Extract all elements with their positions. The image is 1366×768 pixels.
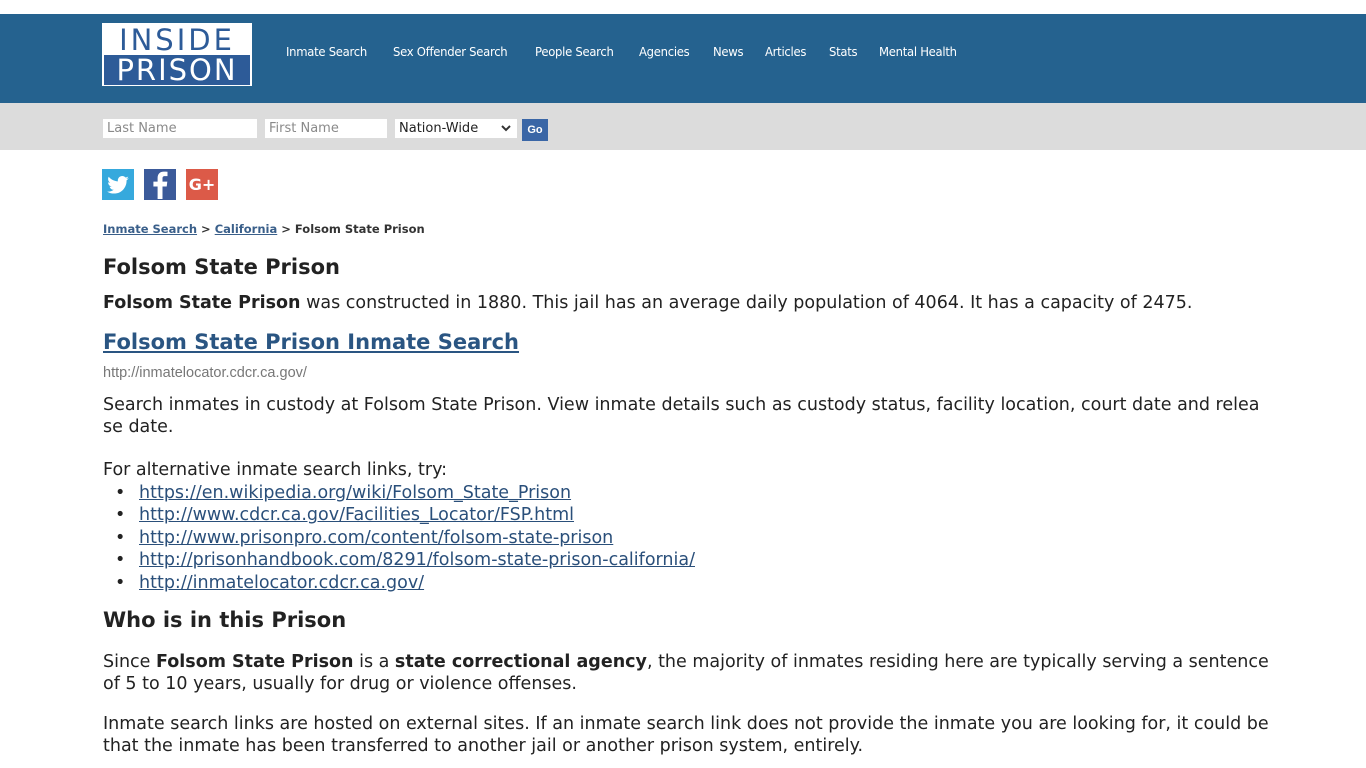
nav-sex-offender-search[interactable]: Sex Offender Search [393,44,508,59]
text-span: is a [353,652,395,672]
inmate-search-link[interactable]: Folsom State Prison Inmate Search [103,330,519,354]
top-spacer [0,0,1366,14]
alt-link-wikipedia[interactable]: https://en.wikipedia.org/wiki/Folsom_Sta… [139,483,571,503]
search-description: Search inmates in custody at Folsom Stat… [103,395,1260,437]
nav-articles[interactable]: Articles [765,44,806,59]
page-title: Folsom State Prison [103,255,340,279]
twitter-icon[interactable] [102,169,134,200]
list-item: http://prisonhandbook.com/8291/folsom-st… [115,549,695,572]
last-name-input[interactable] [103,119,257,138]
google-plus-icon[interactable]: G+ [186,169,218,200]
who-paragraph-1: Since Folsom State Prison is a state cor… [103,651,1273,695]
scope-select-value: Nation-Wide [399,121,479,136]
nav-people-search[interactable]: People Search [535,44,614,59]
alt-link-prisonhandbook[interactable]: http://prisonhandbook.com/8291/folsom-st… [139,550,695,570]
list-item: http://inmatelocator.cdcr.ca.gov/ [115,572,695,595]
alt-link-inmatelocator[interactable]: http://inmatelocator.cdcr.ca.gov/ [139,573,424,593]
facebook-icon[interactable] [144,169,176,200]
who-paragraph-2: Inmate search links are hosted on extern… [103,714,1269,756]
alt-links-intro: For alternative inmate search links, try… [103,460,448,480]
nav-agencies[interactable]: Agencies [639,44,690,59]
who-heading: Who is in this Prison [103,608,347,632]
nav-news[interactable]: News [713,44,744,59]
nav-stats[interactable]: Stats [829,44,858,59]
list-item: http://www.cdcr.ca.gov/Facilities_Locato… [115,504,695,527]
logo-line-prison: PRISON [104,55,250,86]
list-item: http://www.prisonpro.com/content/folsom-… [115,527,695,550]
alt-links-list: https://en.wikipedia.org/wiki/Folsom_Sta… [115,482,695,595]
bold-agency-type: state correctional agency [394,652,647,672]
intro-text: Folsom State Prison was constructed in 1… [103,293,1192,313]
logo-line-inside: INSIDE [104,25,250,55]
nav-inmate-search[interactable]: Inmate Search [286,44,367,59]
social-share: G+ [102,169,218,200]
inmate-search-url: http://inmatelocator.cdcr.ca.gov/ [103,365,307,381]
breadcrumb-separator: > [281,222,295,236]
bold-prison-name: Folsom State Prison [156,652,354,672]
chevron-down-icon [501,119,511,145]
google-plus-label: G+ [188,175,216,194]
breadcrumb: Inmate Search > California > Folsom Stat… [103,222,425,236]
site-logo[interactable]: INSIDE PRISON [102,23,252,86]
nav-mental-health[interactable]: Mental Health [879,44,957,59]
first-name-input[interactable] [265,119,387,138]
alt-link-cdcr-facilities[interactable]: http://www.cdcr.ca.gov/Facilities_Locato… [139,505,574,525]
intro-bold: Folsom State Prison [103,293,301,313]
list-item: https://en.wikipedia.org/wiki/Folsom_Sta… [115,482,695,505]
breadcrumb-separator: > [201,222,215,236]
scope-select[interactable]: Nation-Wide [395,119,517,138]
breadcrumb-california[interactable]: California [215,222,278,236]
breadcrumb-current: Folsom State Prison [294,222,425,236]
breadcrumb-inmate-search[interactable]: Inmate Search [103,222,197,236]
text-span: Since [103,652,157,672]
intro-rest: was constructed in 1880. This jail has a… [300,293,1193,313]
go-button[interactable]: Go [522,119,548,141]
site-header: INSIDE PRISON Inmate Search Sex Offender… [0,14,1366,103]
alt-link-prisonpro[interactable]: http://www.prisonpro.com/content/folsom-… [139,528,613,548]
main-nav: Inmate Search Sex Offender Search People… [286,44,982,59]
search-bar: Nation-Wide Go [0,103,1366,150]
